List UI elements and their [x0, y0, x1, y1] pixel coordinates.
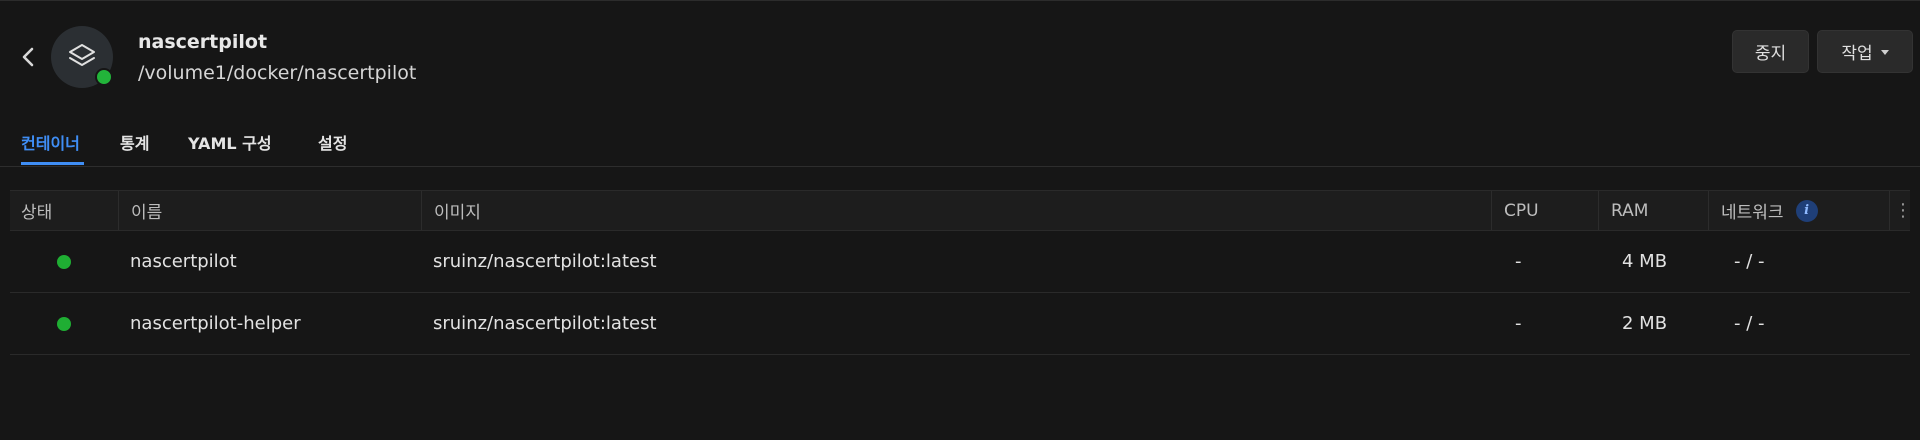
info-icon[interactable]: i [1795, 199, 1818, 222]
action-dropdown-button[interactable]: 작업 [1817, 30, 1913, 73]
table-row[interactable]: nascertpilot sruinz/nascertpilot:latest … [10, 231, 1910, 293]
status-cell [10, 231, 118, 292]
layers-icon [69, 44, 95, 66]
tab-containers[interactable]: 컨테이너 [21, 130, 80, 154]
stop-button-label: 중지 [1754, 44, 1787, 64]
column-header-status[interactable]: 상태 [10, 191, 118, 230]
container-image: sruinz/nascertpilot:latest [433, 313, 657, 334]
running-status-dot [57, 254, 71, 269]
container-image: sruinz/nascertpilot:latest [433, 251, 657, 272]
status-cell [10, 293, 118, 354]
tab-bar: 컨테이너 통계 YAML 구성 설정 [0, 126, 1920, 166]
column-header-cpu[interactable]: CPU [1491, 191, 1598, 230]
containers-table: 상태 이름 이미지 CPU RAM 네트워크 i ⋮ nascertpilot … [10, 190, 1912, 355]
more-vertical-icon: ⋮ [1894, 199, 1912, 221]
container-name: nascertpilot-helper [130, 313, 301, 334]
container-cpu: - [1515, 313, 1522, 334]
stop-button[interactable]: 중지 [1732, 30, 1809, 73]
column-header-image[interactable]: 이미지 [421, 191, 1491, 230]
container-network: - / - [1734, 313, 1765, 334]
tab-settings[interactable]: 설정 [318, 130, 347, 154]
container-ram: 2 MB [1622, 313, 1668, 334]
column-header-network[interactable]: 네트워크 i [1708, 191, 1889, 230]
column-header-network-label: 네트워크 [1721, 203, 1784, 223]
table-header: 상태 이름 이미지 CPU RAM 네트워크 i ⋮ [10, 190, 1912, 231]
project-name: nascertpilot [138, 31, 268, 53]
project-path: /volume1/docker/nascertpilot [138, 62, 417, 84]
tab-statistics[interactable]: 통계 [120, 130, 149, 154]
container-ram: 4 MB [1622, 251, 1668, 272]
project-avatar [51, 26, 113, 88]
container-cpu: - [1515, 251, 1522, 272]
caret-down-icon [1880, 50, 1889, 55]
column-header-ram[interactable]: RAM [1598, 191, 1708, 230]
column-options-button[interactable]: ⋮ [1889, 191, 1912, 230]
column-header-name[interactable]: 이름 [118, 191, 421, 230]
active-tab-indicator [21, 162, 84, 165]
action-button-label: 작업 [1841, 44, 1873, 64]
tab-yaml-config[interactable]: YAML 구성 [188, 130, 272, 154]
container-manager-project-view: nascertpilot /volume1/docker/nascertpilo… [0, 0, 1920, 440]
tab-divider [0, 166, 1920, 167]
table-row[interactable]: nascertpilot-helper sruinz/nascertpilot:… [10, 293, 1910, 355]
container-name: nascertpilot [130, 251, 237, 272]
chevron-left-icon [22, 47, 34, 67]
running-status-dot [57, 316, 71, 331]
back-button[interactable] [14, 43, 42, 71]
project-status-dot [95, 68, 113, 86]
container-network: - / - [1734, 251, 1765, 272]
